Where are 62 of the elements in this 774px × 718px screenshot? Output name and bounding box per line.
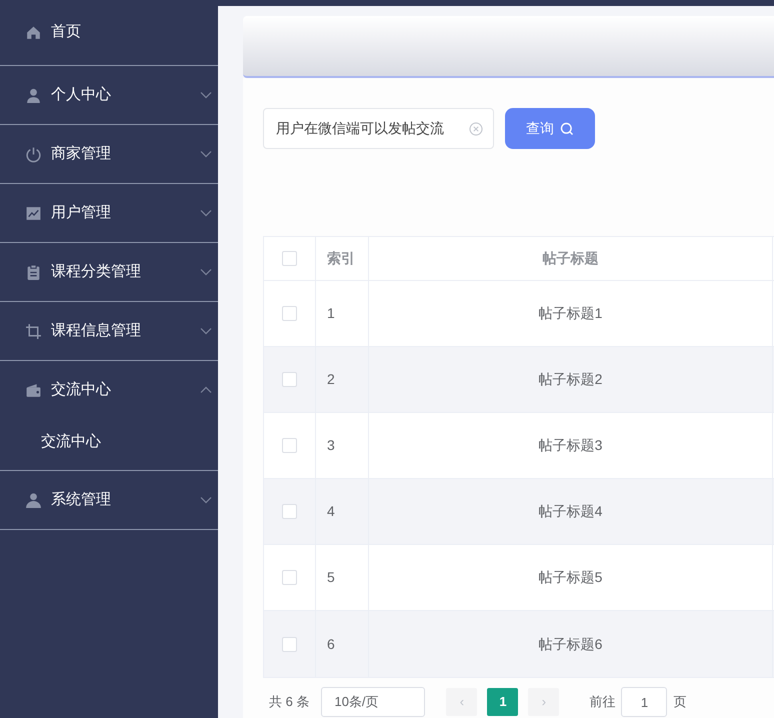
menu-label: 个人中心: [51, 84, 112, 105]
menu-label: 课程信息管理: [51, 320, 142, 341]
checkbox[interactable]: [282, 438, 297, 453]
menu-item[interactable]: 首页: [0, 0, 218, 65]
clear-icon[interactable]: [469, 122, 483, 136]
page-suffix: 页: [673, 693, 686, 712]
page-size-select[interactable]: 10条/页: [321, 687, 426, 717]
menu-item[interactable]: 系统管理: [0, 471, 218, 529]
table-cell-text: 帖子标题6: [538, 634, 602, 654]
chevron-down-icon: [200, 209, 212, 217]
power-icon: [25, 146, 42, 162]
total-count: 共 6 条: [269, 693, 310, 712]
checkbox[interactable]: [282, 504, 297, 519]
chevron-down-icon: [200, 150, 212, 158]
goto-label: 前往: [589, 693, 616, 712]
user-icon: [25, 86, 42, 104]
menu-item[interactable]: 交流中心: [0, 361, 218, 419]
table-cell-text: 帖子标题1: [538, 304, 602, 323]
search-field[interactable]: 用户在微信端可以发帖交流: [263, 108, 494, 149]
table-cell-text: 4: [327, 502, 335, 521]
menu-label: 商家管理: [51, 144, 112, 164]
table-cell-text: 1: [327, 304, 335, 323]
menu-item[interactable]: 用户管理: [0, 184, 218, 242]
checkbox[interactable]: [282, 251, 297, 266]
menu-label: 用户管理: [51, 202, 112, 223]
checkbox[interactable]: [282, 570, 297, 585]
menu-label: 课程分类管理: [51, 262, 142, 282]
menu-label: 首页: [51, 22, 82, 42]
wallet-icon: [25, 382, 42, 398]
table-cell-text: 5: [327, 568, 335, 587]
crop-icon: [25, 322, 42, 340]
table-cell-text: 6: [327, 634, 335, 654]
column-header: 帖子标题: [542, 249, 598, 268]
clipboard-icon: [25, 264, 42, 280]
menu-item[interactable]: 课程信息管理: [0, 302, 218, 360]
chevron-down-icon: [200, 268, 212, 276]
chevron-down-icon: [200, 91, 212, 99]
checkbox[interactable]: [282, 306, 297, 321]
submenu-item[interactable]: 交流中心: [0, 419, 218, 470]
chevron-down-icon: [200, 496, 212, 504]
home-icon: [25, 24, 42, 41]
menu-item[interactable]: 课程分类管理: [0, 243, 218, 301]
page-input[interactable]: 1: [621, 687, 668, 717]
chevron-up-icon: [200, 386, 212, 394]
search-icon: [560, 122, 574, 136]
menu-label: 交流中心: [51, 380, 112, 400]
column-header: 索引: [327, 249, 355, 268]
checkbox[interactable]: [282, 372, 297, 387]
table-cell-text: 帖子标题3: [538, 436, 602, 455]
menu-label: 系统管理: [51, 490, 112, 510]
table-cell-text: 帖子标题5: [538, 568, 602, 587]
table-cell-text: 帖子标题4: [538, 502, 602, 521]
chart-icon: [25, 204, 42, 222]
search-input[interactable]: 用户在微信端可以发帖交流: [276, 118, 469, 139]
menu-item[interactable]: 商家管理: [0, 125, 218, 183]
person-icon: [25, 492, 42, 508]
chevron-down-icon: [200, 327, 212, 335]
checkbox[interactable]: [282, 636, 297, 652]
table-cell-text: 2: [327, 370, 335, 389]
table-cell-text: 3: [327, 436, 335, 455]
menu-item[interactable]: 个人中心: [0, 66, 218, 124]
table-cell-text: 帖子标题2: [538, 370, 602, 389]
